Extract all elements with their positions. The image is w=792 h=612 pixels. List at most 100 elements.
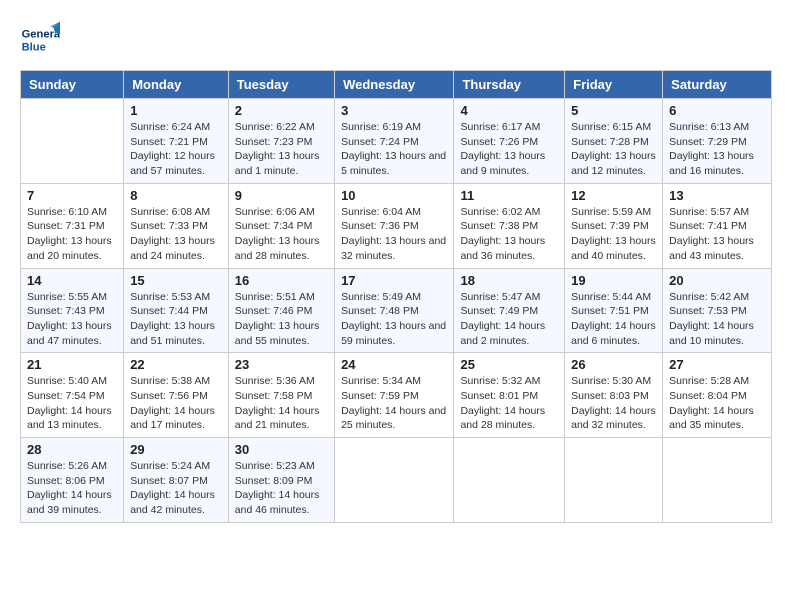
day-number: 14 — [27, 273, 117, 288]
calendar-cell: 29Sunrise: 5:24 AMSunset: 8:07 PMDayligh… — [124, 438, 229, 523]
day-number: 22 — [130, 357, 222, 372]
calendar-header-row: SundayMondayTuesdayWednesdayThursdayFrid… — [21, 71, 772, 99]
day-number: 8 — [130, 188, 222, 203]
calendar-cell: 21 Sunrise: 5:40 AMSunset: 7:54 PMDayligh… — [21, 353, 124, 438]
calendar-cell: 27 Sunrise: 5:28 AMSunset: 8:04 PMDayligh… — [663, 353, 772, 438]
day-number: 1 — [130, 103, 222, 118]
day-number: 26 — [571, 357, 656, 372]
day-info: Sunrise: 5:28 AMSunset: 8:04 PMDaylight:… — [669, 374, 765, 433]
calendar-cell: 12 Sunrise: 5:59 AMSunset: 7:39 PMDayligh… — [565, 183, 663, 268]
day-number: 5 — [571, 103, 656, 118]
weekday-header: Wednesday — [335, 71, 454, 99]
calendar-cell — [335, 438, 454, 523]
calendar-week-row: 14 Sunrise: 5:55 AMSunset: 7:43 PMDayligh… — [21, 268, 772, 353]
calendar-cell: 7 Sunrise: 6:10 AMSunset: 7:31 PMDaylight… — [21, 183, 124, 268]
calendar-cell: 18 Sunrise: 5:47 AMSunset: 7:49 PMDayligh… — [454, 268, 565, 353]
page-header: General Blue — [20, 20, 772, 60]
calendar-week-row: 1 Sunrise: 6:24 AMSunset: 7:21 PMDaylight… — [21, 99, 772, 184]
calendar-cell — [454, 438, 565, 523]
day-number: 24 — [341, 357, 447, 372]
day-number: 11 — [460, 188, 558, 203]
day-info: Sunrise: 5:42 AMSunset: 7:53 PMDaylight:… — [669, 290, 765, 349]
day-info: Sunrise: 6:15 AMSunset: 7:28 PMDaylight:… — [571, 120, 656, 179]
calendar-cell: 20 Sunrise: 5:42 AMSunset: 7:53 PMDayligh… — [663, 268, 772, 353]
day-number: 12 — [571, 188, 656, 203]
calendar-cell: 25 Sunrise: 5:32 AMSunset: 8:01 PMDayligh… — [454, 353, 565, 438]
calendar-cell: 19Sunrise: 5:44 AMSunset: 7:51 PMDayligh… — [565, 268, 663, 353]
day-info: Sunrise: 6:10 AMSunset: 7:31 PMDaylight:… — [27, 205, 117, 264]
svg-text:General: General — [22, 29, 60, 41]
weekday-header: Saturday — [663, 71, 772, 99]
day-info: Sunrise: 5:38 AMSunset: 7:56 PMDaylight:… — [130, 374, 222, 433]
day-info: Sunrise: 6:06 AMSunset: 7:34 PMDaylight:… — [235, 205, 328, 264]
calendar-cell: 13Sunrise: 5:57 AMSunset: 7:41 PMDayligh… — [663, 183, 772, 268]
day-info: Sunrise: 5:40 AMSunset: 7:54 PMDaylight:… — [27, 374, 117, 433]
day-info: Sunrise: 6:17 AMSunset: 7:26 PMDaylight:… — [460, 120, 558, 179]
calendar-cell: 2Sunrise: 6:22 AMSunset: 7:23 PMDaylight… — [228, 99, 334, 184]
day-number: 19 — [571, 273, 656, 288]
svg-text:Blue: Blue — [22, 41, 46, 53]
day-info: Sunrise: 5:55 AMSunset: 7:43 PMDaylight:… — [27, 290, 117, 349]
calendar-cell: 23 Sunrise: 5:36 AMSunset: 7:58 PMDayligh… — [228, 353, 334, 438]
calendar-cell: 15 Sunrise: 5:53 AMSunset: 7:44 PMDayligh… — [124, 268, 229, 353]
calendar-cell — [21, 99, 124, 184]
calendar-cell: 11 Sunrise: 6:02 AMSunset: 7:38 PMDayligh… — [454, 183, 565, 268]
weekday-header: Sunday — [21, 71, 124, 99]
calendar-cell: 4 Sunrise: 6:17 AMSunset: 7:26 PMDaylight… — [454, 99, 565, 184]
calendar-cell: 28 Sunrise: 5:26 AMSunset: 8:06 PMDayligh… — [21, 438, 124, 523]
calendar-week-row: 28 Sunrise: 5:26 AMSunset: 8:06 PMDayligh… — [21, 438, 772, 523]
weekday-header: Monday — [124, 71, 229, 99]
day-info: Sunrise: 5:47 AMSunset: 7:49 PMDaylight:… — [460, 290, 558, 349]
calendar-cell: 14 Sunrise: 5:55 AMSunset: 7:43 PMDayligh… — [21, 268, 124, 353]
calendar-cell: 8 Sunrise: 6:08 AMSunset: 7:33 PMDaylight… — [124, 183, 229, 268]
calendar-cell: 17Sunrise: 5:49 AMSunset: 7:48 PMDayligh… — [335, 268, 454, 353]
day-number: 25 — [460, 357, 558, 372]
calendar-cell: 10 Sunrise: 6:04 AMSunset: 7:36 PMDayligh… — [335, 183, 454, 268]
day-number: 3 — [341, 103, 447, 118]
day-info: Sunrise: 6:22 AMSunset: 7:23 PMDaylight:… — [235, 120, 328, 179]
calendar-body: 1 Sunrise: 6:24 AMSunset: 7:21 PMDaylight… — [21, 99, 772, 523]
day-info: Sunrise: 5:23 AMSunset: 8:09 PMDaylight:… — [235, 459, 328, 518]
calendar-cell — [565, 438, 663, 523]
day-info: Sunrise: 6:04 AMSunset: 7:36 PMDaylight:… — [341, 205, 447, 264]
day-number: 13 — [669, 188, 765, 203]
calendar-cell: 30 Sunrise: 5:23 AMSunset: 8:09 PMDayligh… — [228, 438, 334, 523]
day-number: 10 — [341, 188, 447, 203]
day-info: Sunrise: 6:19 AMSunset: 7:24 PMDaylight:… — [341, 120, 447, 179]
day-number: 7 — [27, 188, 117, 203]
day-number: 15 — [130, 273, 222, 288]
day-info: Sunrise: 6:24 AMSunset: 7:21 PMDaylight:… — [130, 120, 222, 179]
day-info: Sunrise: 5:32 AMSunset: 8:01 PMDaylight:… — [460, 374, 558, 433]
calendar-cell: 24 Sunrise: 5:34 AMSunset: 7:59 PMDayligh… — [335, 353, 454, 438]
calendar-cell: 1 Sunrise: 6:24 AMSunset: 7:21 PMDaylight… — [124, 99, 229, 184]
day-info: Sunrise: 5:59 AMSunset: 7:39 PMDaylight:… — [571, 205, 656, 264]
day-info: Sunrise: 6:13 AMSunset: 7:29 PMDaylight:… — [669, 120, 765, 179]
day-info: Sunrise: 6:08 AMSunset: 7:33 PMDaylight:… — [130, 205, 222, 264]
calendar-cell: 6Sunrise: 6:13 AMSunset: 7:29 PMDaylight… — [663, 99, 772, 184]
day-number: 18 — [460, 273, 558, 288]
day-number: 29 — [130, 442, 222, 457]
day-number: 4 — [460, 103, 558, 118]
calendar-cell: 16Sunrise: 5:51 AMSunset: 7:46 PMDayligh… — [228, 268, 334, 353]
weekday-header: Tuesday — [228, 71, 334, 99]
day-number: 17 — [341, 273, 447, 288]
weekday-header: Thursday — [454, 71, 565, 99]
day-number: 30 — [235, 442, 328, 457]
calendar-cell: 9Sunrise: 6:06 AMSunset: 7:34 PMDaylight… — [228, 183, 334, 268]
day-number: 20 — [669, 273, 765, 288]
day-info: Sunrise: 5:30 AMSunset: 8:03 PMDaylight:… — [571, 374, 656, 433]
day-info: Sunrise: 5:53 AMSunset: 7:44 PMDaylight:… — [130, 290, 222, 349]
calendar-cell: 22 Sunrise: 5:38 AMSunset: 7:56 PMDayligh… — [124, 353, 229, 438]
day-number: 21 — [27, 357, 117, 372]
calendar-cell: 3 Sunrise: 6:19 AMSunset: 7:24 PMDaylight… — [335, 99, 454, 184]
day-info: Sunrise: 5:26 AMSunset: 8:06 PMDaylight:… — [27, 459, 117, 518]
day-number: 27 — [669, 357, 765, 372]
day-info: Sunrise: 5:34 AMSunset: 7:59 PMDaylight:… — [341, 374, 447, 433]
day-info: Sunrise: 6:02 AMSunset: 7:38 PMDaylight:… — [460, 205, 558, 264]
day-number: 23 — [235, 357, 328, 372]
day-number: 28 — [27, 442, 117, 457]
logo-icon: General Blue — [20, 20, 60, 60]
day-info: Sunrise: 5:36 AMSunset: 7:58 PMDaylight:… — [235, 374, 328, 433]
logo: General Blue — [20, 20, 60, 60]
calendar-week-row: 7 Sunrise: 6:10 AMSunset: 7:31 PMDaylight… — [21, 183, 772, 268]
